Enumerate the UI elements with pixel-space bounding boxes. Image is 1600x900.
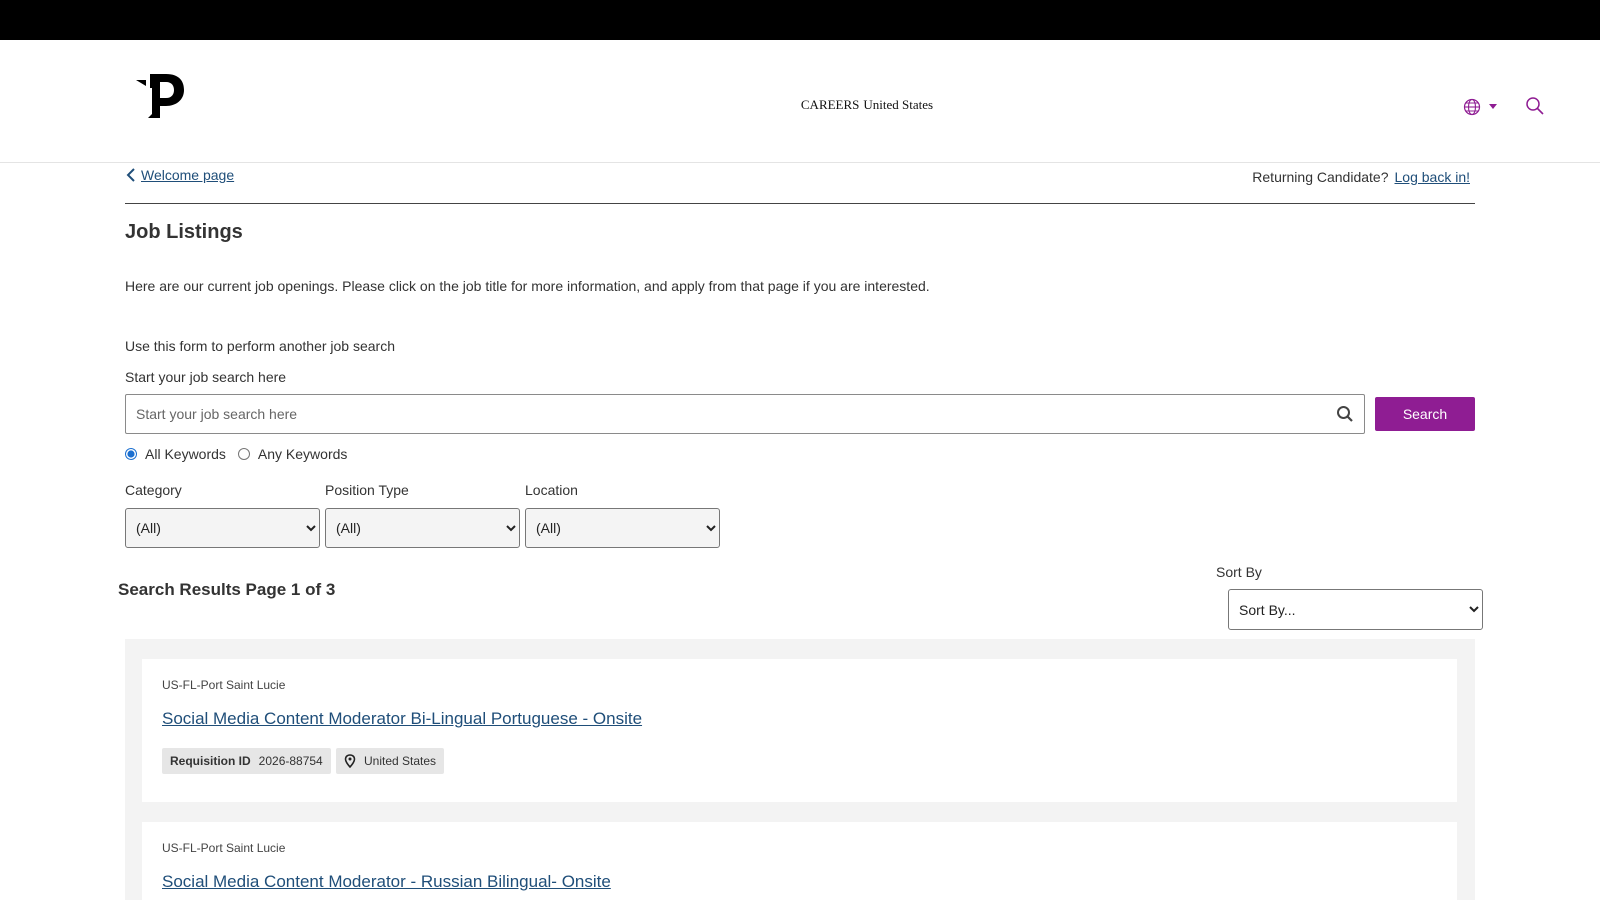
all-keywords-option[interactable]: All Keywords [125, 446, 226, 462]
careers-title-main: CAREERS [800, 97, 860, 112]
position-type-label: Position Type [325, 482, 409, 498]
chevron-left-icon [126, 168, 135, 182]
country-tag: United States [336, 748, 445, 774]
category-label: Category [125, 482, 182, 498]
position-type-select[interactable]: (All) [325, 508, 520, 548]
requisition-id: 2026-88754 [258, 754, 323, 768]
returning-candidate: Returning Candidate? Log back in! [1252, 169, 1470, 185]
search-box [125, 394, 1365, 434]
any-keywords-label: Any Keywords [257, 446, 348, 462]
category-select[interactable]: (All) [125, 508, 320, 548]
returning-candidate-text: Returning Candidate? [1252, 169, 1389, 185]
sort-select[interactable]: Sort By... [1228, 589, 1483, 630]
company-logo[interactable] [136, 70, 184, 122]
page-title: Job Listings [125, 221, 243, 243]
job-location: US-FL-Port Saint Lucie [162, 841, 286, 855]
search-icon[interactable] [1336, 405, 1354, 423]
header-search-icon[interactable] [1525, 96, 1545, 116]
language-selector[interactable] [1463, 97, 1503, 117]
map-pin-icon [344, 754, 356, 768]
welcome-page-link[interactable]: Welcome page [125, 167, 234, 183]
top-bar [0, 0, 1600, 40]
divider [125, 203, 1475, 204]
job-country: United States [364, 754, 437, 768]
any-keywords-radio[interactable] [237, 448, 250, 460]
all-keywords-label: All Keywords [145, 446, 226, 462]
requisition-label: Requisition ID [170, 754, 251, 768]
results-title: Search Results Page 1 of 3 [118, 580, 336, 599]
all-keywords-radio[interactable] [125, 448, 137, 460]
job-title-link[interactable]: Social Media Content Moderator - Russian… [162, 872, 611, 892]
careers-title: CAREERS United States [0, 97, 1600, 113]
any-keywords-option[interactable]: Any Keywords [237, 446, 348, 462]
log-back-in-link[interactable]: Log back in! [1395, 169, 1471, 185]
job-card: US-FL-Port Saint Lucie Social Media Cont… [142, 659, 1457, 802]
job-card: US-FL-Port Saint Lucie Social Media Cont… [142, 822, 1457, 900]
form-intro-text: Use this form to perform another job sea… [125, 338, 396, 354]
keyword-mode: All Keywords Any Keywords [125, 446, 359, 462]
intro-text: Here are our current job openings. Pleas… [125, 278, 930, 294]
location-select[interactable]: (All) [525, 508, 720, 548]
requisition-tag: Requisition ID 2026-88754 [162, 748, 331, 774]
welcome-page-label: Welcome page [141, 167, 235, 183]
search-label: Start your job search here [125, 369, 287, 385]
job-location: US-FL-Port Saint Lucie [162, 678, 286, 692]
job-title-link[interactable]: Social Media Content Moderator Bi-Lingua… [162, 709, 642, 729]
location-label: Location [525, 482, 578, 498]
sort-label: Sort By [1216, 564, 1262, 580]
search-input[interactable] [126, 395, 1306, 433]
globe-icon [1463, 98, 1481, 116]
results-list: US-FL-Port Saint Lucie Social Media Cont… [125, 639, 1475, 900]
search-button[interactable]: Search [1375, 397, 1475, 431]
caret-down-icon [1489, 104, 1497, 109]
site-header: CAREERS United States [0, 40, 1600, 163]
careers-title-region: United States [863, 97, 934, 112]
